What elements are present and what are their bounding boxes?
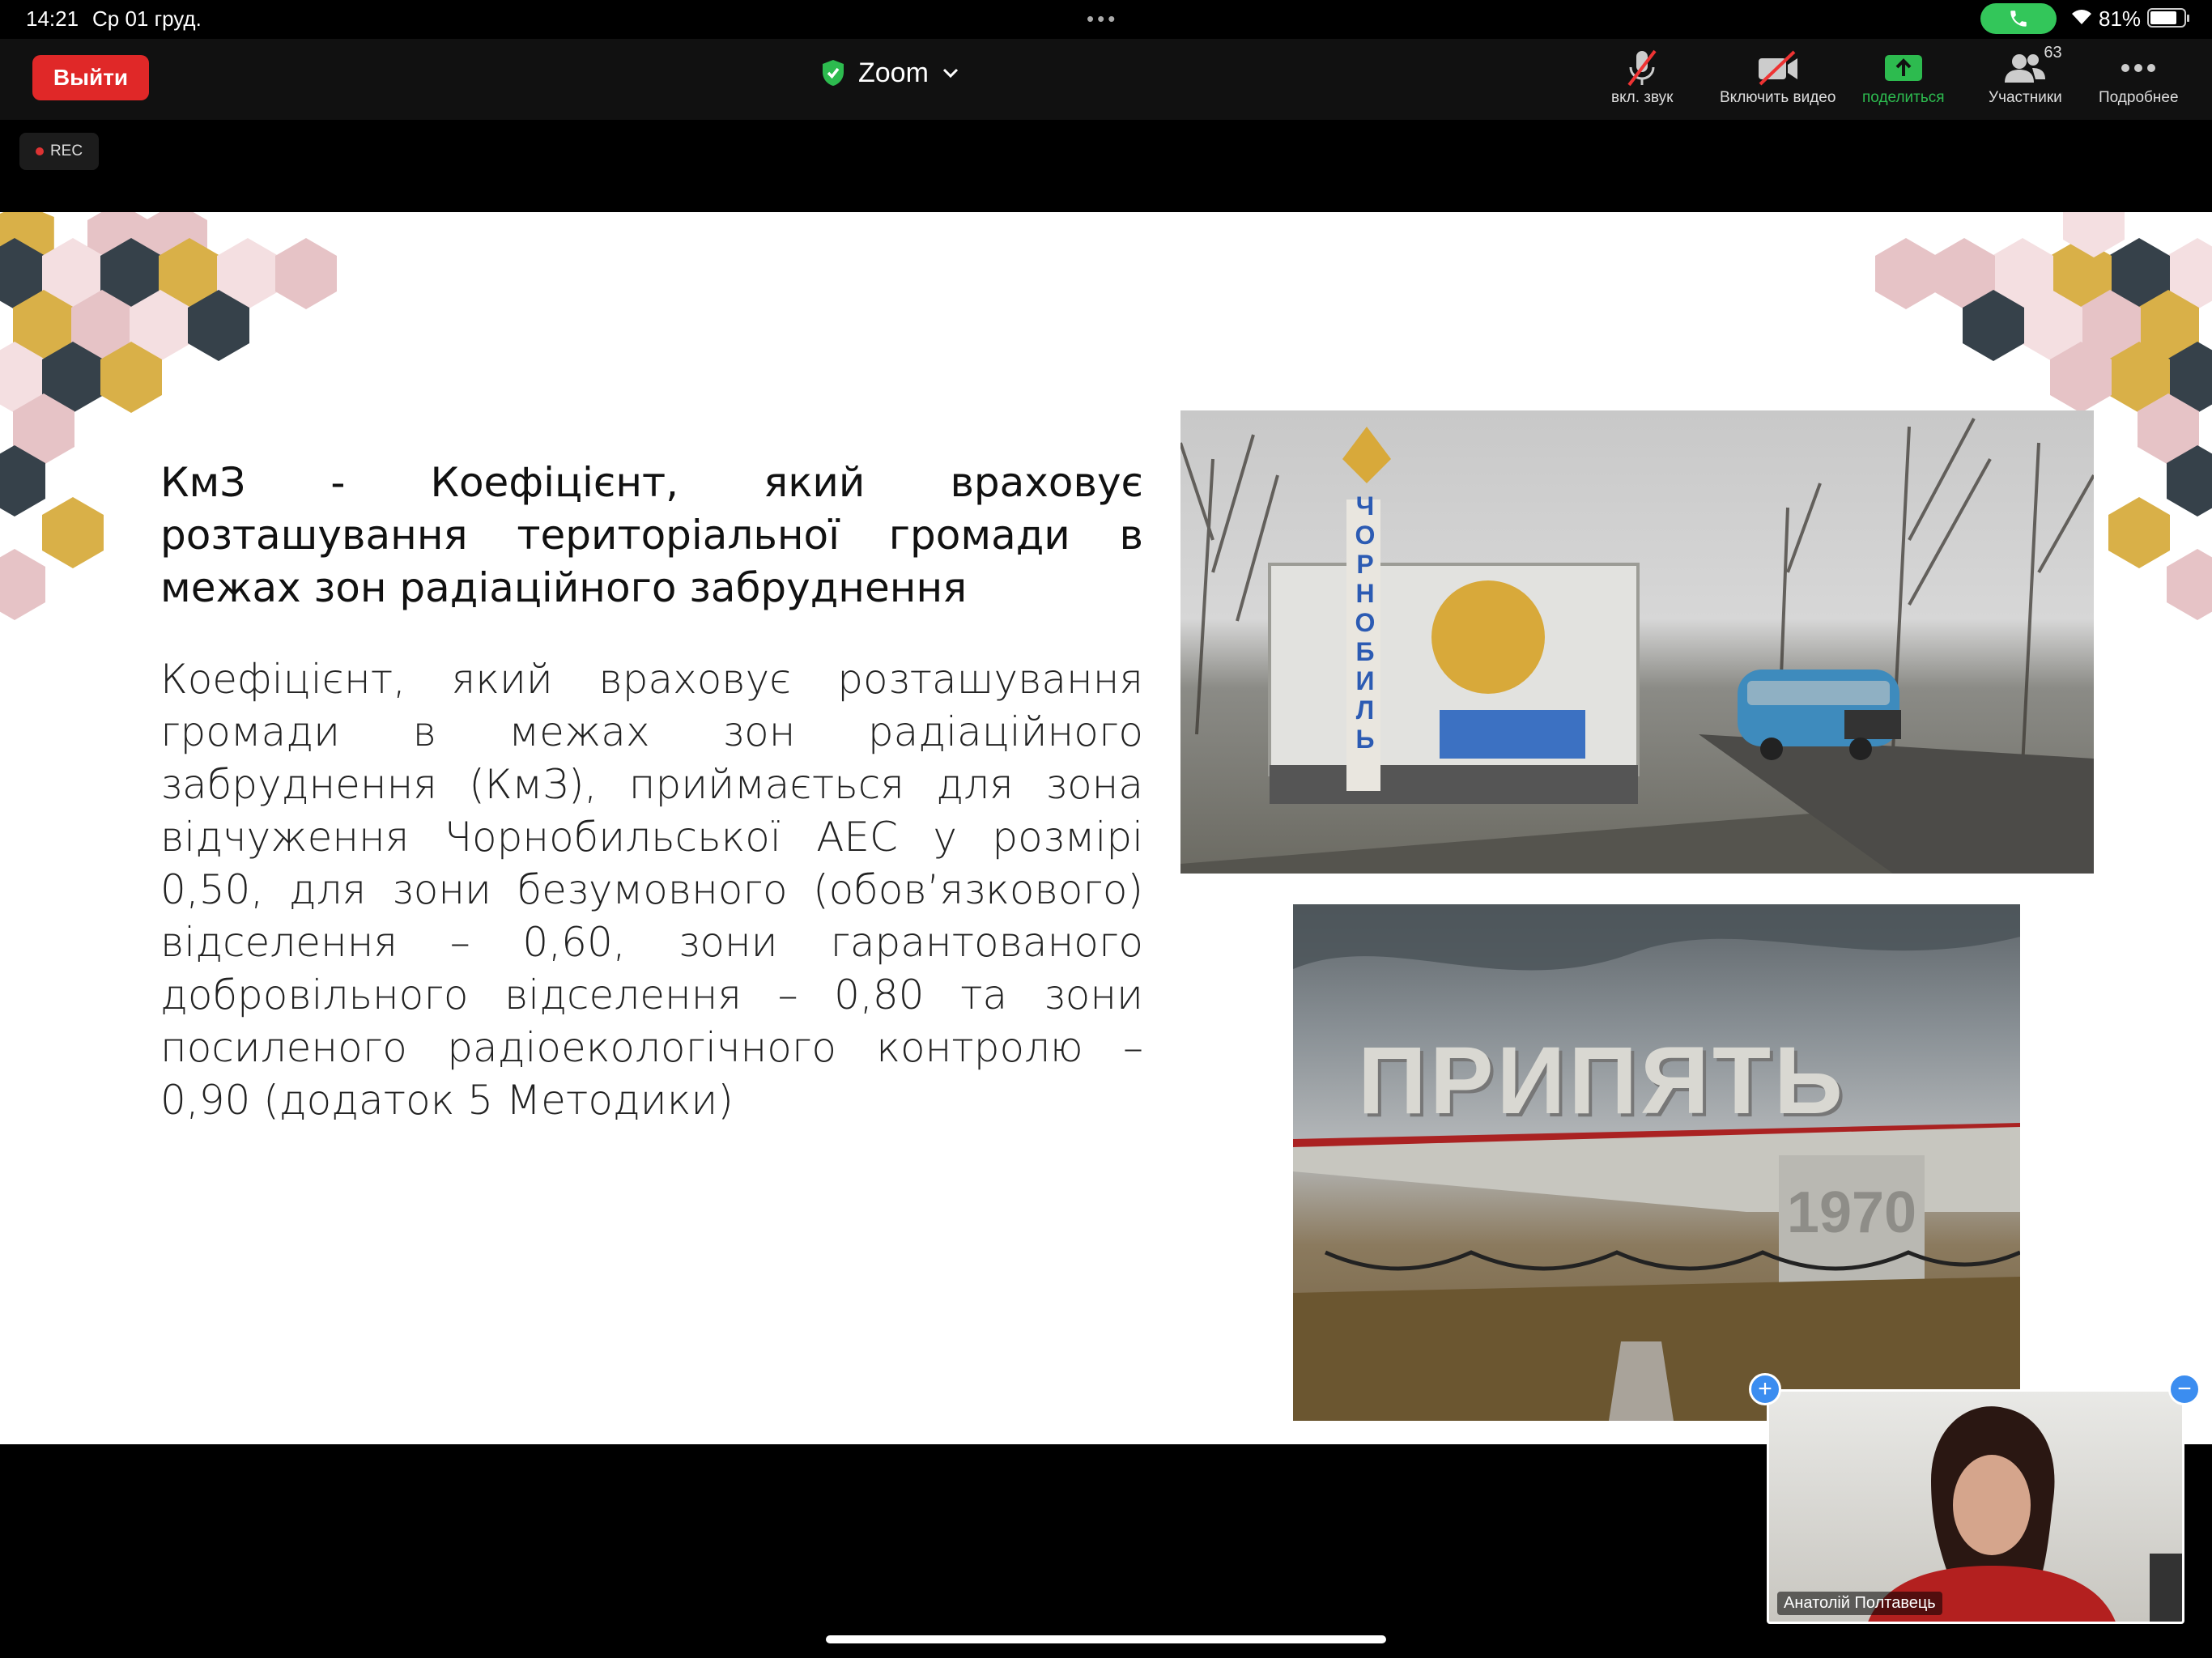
- shared-slide: КмЗ - Коефіцієнт, який враховує розташув…: [0, 212, 2212, 1444]
- recording-indicator[interactable]: REC: [19, 133, 99, 170]
- active-call-indicator[interactable]: [1980, 3, 2057, 34]
- clock: 14:21: [26, 6, 79, 31]
- unmute-label: вкл. звук: [1611, 89, 1674, 106]
- chevron-down-icon: [942, 68, 958, 79]
- status-bar: 14:21 Ср 01 груд. ••• 81%: [0, 0, 2212, 39]
- battery-icon: [2147, 8, 2189, 28]
- pripyat-sign-text: ПРИПЯТЬ: [1358, 1027, 1846, 1134]
- self-video-tile[interactable]: Анатолій Полтавець: [1767, 1389, 2184, 1624]
- plus-icon: +: [1758, 1375, 1772, 1402]
- expand-video-button[interactable]: +: [1749, 1373, 1781, 1405]
- share-screen-icon: [1884, 55, 1922, 81]
- recording-label: REC: [49, 142, 83, 159]
- participants-button[interactable]: 63 Участники: [1989, 44, 2062, 107]
- chornobyl-sign-text: ЧОРНОБИЛЬ: [1355, 491, 1376, 754]
- participants-count: 63: [2044, 44, 2062, 62]
- leave-button[interactable]: Выйти: [32, 55, 149, 100]
- shield-check-icon: [823, 60, 844, 86]
- wifi-icon: [2072, 10, 2091, 25]
- meeting-toolbar: Выйти Zoom вкл. звук Включить видео поде…: [0, 39, 2212, 120]
- unmute-button[interactable]: вкл. звук: [1611, 47, 1673, 107]
- participants-icon: [2005, 54, 2046, 83]
- share-screen-button[interactable]: поделиться: [1862, 47, 1945, 107]
- participant-name: Анатолій Полтавець: [1777, 1592, 1942, 1615]
- pripyat-sign-photo: ПРИПЯТЬ 1970: [1293, 904, 2020, 1421]
- more-button[interactable]: Подробнее: [2099, 47, 2179, 107]
- more-dots-icon: [2121, 64, 2156, 72]
- slide-heading: КмЗ - Коефіцієнт, який враховує розташув…: [160, 459, 1143, 611]
- start-video-label: Включить видео: [1720, 89, 1836, 106]
- app-title: Zoom: [858, 57, 929, 88]
- home-indicator[interactable]: [826, 1635, 1386, 1643]
- slide-body-text: Коефіцієнт, який враховує розташування г…: [160, 656, 1143, 1124]
- meeting-title[interactable]: Zoom: [821, 53, 959, 92]
- multitasking-dots-icon[interactable]: •••: [1087, 6, 1118, 32]
- microphone-muted-icon: [1627, 49, 1657, 87]
- share-screen-label: поделиться: [1862, 89, 1945, 106]
- minimize-video-button[interactable]: −: [2168, 1373, 2201, 1405]
- participants-label: Участники: [1989, 89, 2062, 106]
- pripyat-sign-year: 1970: [1786, 1180, 1917, 1245]
- minus-icon: −: [2177, 1375, 2192, 1402]
- more-label: Подробнее: [2099, 89, 2179, 106]
- battery-percent: 81%: [2099, 6, 2142, 31]
- video-off-icon: [1758, 50, 1797, 86]
- participant-video-frame: [1868, 1406, 2182, 1622]
- chornobyl-sign-photo: ЧОРНОБИЛЬ: [1180, 410, 2094, 874]
- bus-image: [1738, 670, 1901, 760]
- recording-dot-icon: [35, 147, 44, 155]
- start-video-button[interactable]: Включить видео: [1720, 47, 1836, 107]
- phone-icon: [2010, 11, 2027, 27]
- date: Ср 01 груд.: [92, 6, 202, 31]
